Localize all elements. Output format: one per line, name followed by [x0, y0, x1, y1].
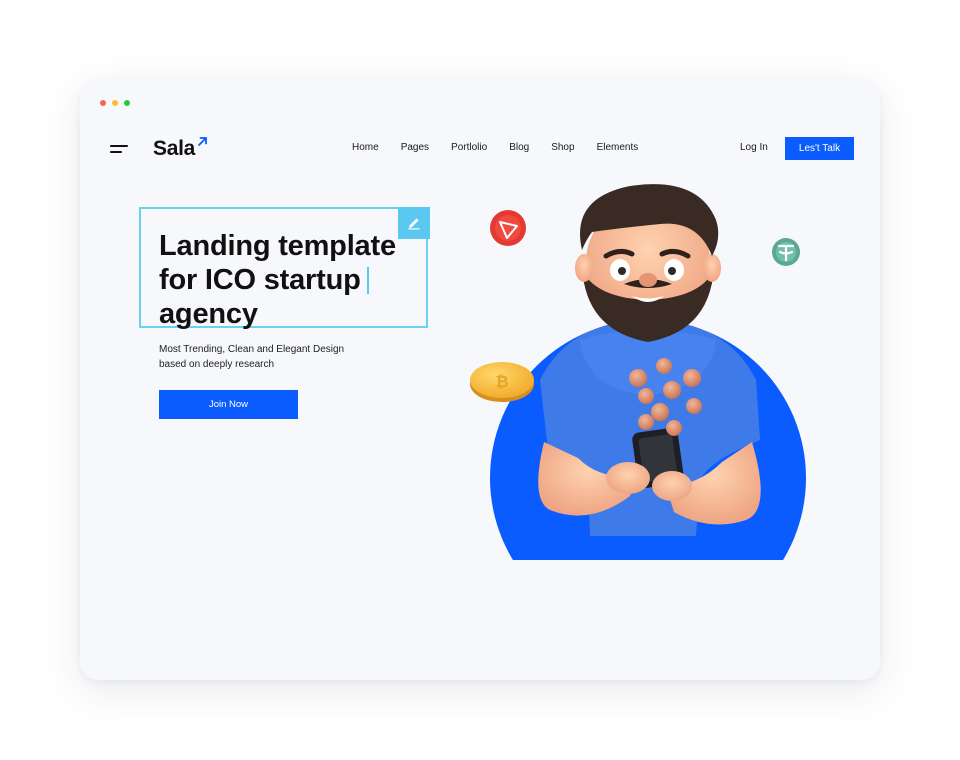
nav-elements[interactable]: Elements: [597, 142, 639, 153]
headline-line-2: for ICO startup: [159, 263, 439, 297]
browser-window: Sala Home Pages Portlolio Blog Shop Elem…: [80, 80, 880, 680]
tron-coin-icon: [490, 210, 526, 246]
arrow-up-right-icon: [198, 137, 207, 146]
login-link[interactable]: Log In: [740, 142, 768, 153]
maximize-window-dot[interactable]: [124, 100, 130, 106]
nav-portfolio[interactable]: Portlolio: [451, 142, 487, 153]
minimize-window-dot[interactable]: [112, 100, 118, 106]
headline-line-2-text: for ICO startup: [159, 264, 361, 296]
nav-shop[interactable]: Shop: [551, 142, 574, 153]
nav-pages[interactable]: Pages: [401, 142, 429, 153]
logo-text: Sala: [153, 137, 195, 160]
hero-headline[interactable]: Landing template for ICO startup agency: [159, 229, 439, 331]
svg-text:₿: ₿: [495, 372, 508, 391]
lets-talk-button[interactable]: Les't Talk: [785, 137, 854, 160]
window-controls: [100, 100, 130, 106]
nav-blog[interactable]: Blog: [509, 142, 529, 153]
hero-subtitle: Most Trending, Clean and Elegant Design …: [159, 342, 389, 372]
main-nav: Home Pages Portlolio Blog Shop Elements: [352, 142, 660, 153]
join-now-button[interactable]: Join Now: [159, 390, 298, 419]
close-window-dot[interactable]: [100, 100, 106, 106]
pencil-glyph: [408, 218, 420, 230]
hero-illustration: ₿: [470, 184, 806, 560]
text-cursor: [366, 267, 369, 294]
logo[interactable]: Sala: [153, 137, 208, 161]
subtitle-line-1: Most Trending, Clean and Elegant Design: [159, 344, 345, 355]
tether-coin-icon: [772, 238, 800, 266]
headline-line-1: Landing template: [159, 230, 396, 262]
headline-line-3: agency: [159, 298, 258, 330]
bitcoin-coin-icon: ₿: [470, 362, 534, 402]
subtitle-line-2: based on deeply research: [159, 359, 275, 370]
menu-icon[interactable]: [110, 143, 128, 155]
nav-home[interactable]: Home: [352, 142, 379, 153]
